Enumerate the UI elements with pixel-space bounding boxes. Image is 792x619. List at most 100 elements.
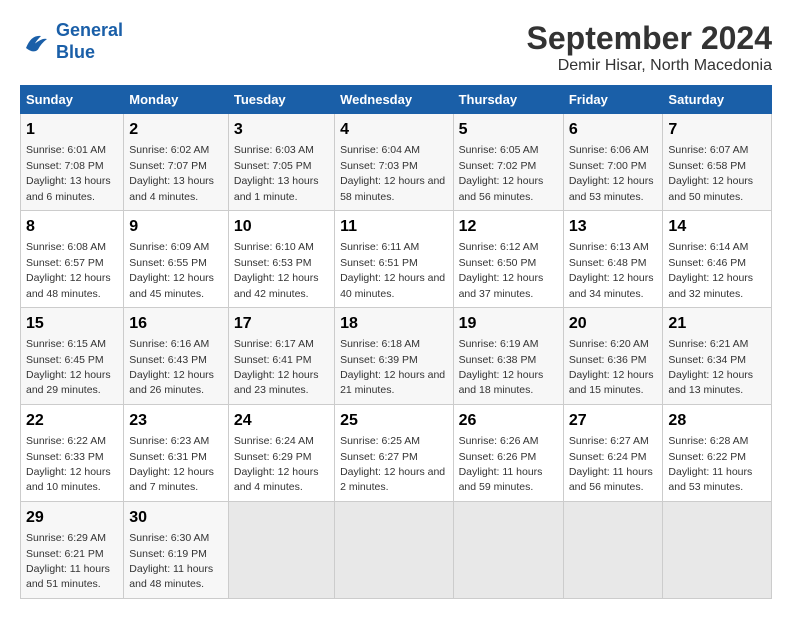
title-block: September 2024 Demir Hisar, North Macedo… [527, 20, 772, 75]
day-number: 22 [26, 410, 118, 432]
day-number: 11 [340, 216, 447, 238]
day-number: 10 [234, 216, 329, 238]
table-row: 28 Sunrise: 6:28 AMSunset: 6:22 PMDaylig… [663, 404, 772, 501]
table-row [663, 501, 772, 598]
day-number: 25 [340, 410, 447, 432]
day-info: Sunrise: 6:06 AMSunset: 7:00 PMDaylight:… [569, 144, 654, 202]
day-info: Sunrise: 6:11 AMSunset: 6:51 PMDaylight:… [340, 241, 445, 299]
day-info: Sunrise: 6:25 AMSunset: 6:27 PMDaylight:… [340, 435, 445, 493]
day-number: 27 [569, 410, 658, 432]
table-row: 11 Sunrise: 6:11 AMSunset: 6:51 PMDaylig… [335, 210, 453, 307]
day-info: Sunrise: 6:26 AMSunset: 6:26 PMDaylight:… [459, 435, 543, 493]
day-info: Sunrise: 6:15 AMSunset: 6:45 PMDaylight:… [26, 338, 111, 396]
calendar-week-row: 22 Sunrise: 6:22 AMSunset: 6:33 PMDaylig… [21, 404, 772, 501]
day-number: 19 [459, 313, 558, 335]
day-number: 14 [668, 216, 766, 238]
day-number: 18 [340, 313, 447, 335]
table-row: 17 Sunrise: 6:17 AMSunset: 6:41 PMDaylig… [228, 307, 334, 404]
table-row: 18 Sunrise: 6:18 AMSunset: 6:39 PMDaylig… [335, 307, 453, 404]
table-row: 5 Sunrise: 6:05 AMSunset: 7:02 PMDayligh… [453, 114, 563, 211]
day-info: Sunrise: 6:14 AMSunset: 6:46 PMDaylight:… [668, 241, 753, 299]
day-number: 29 [26, 507, 118, 529]
page-subtitle: Demir Hisar, North Macedonia [527, 57, 772, 75]
table-row: 24 Sunrise: 6:24 AMSunset: 6:29 PMDaylig… [228, 404, 334, 501]
day-info: Sunrise: 6:09 AMSunset: 6:55 PMDaylight:… [129, 241, 214, 299]
table-row: 26 Sunrise: 6:26 AMSunset: 6:26 PMDaylig… [453, 404, 563, 501]
header-friday: Friday [563, 86, 663, 114]
table-row: 21 Sunrise: 6:21 AMSunset: 6:34 PMDaylig… [663, 307, 772, 404]
day-info: Sunrise: 6:04 AMSunset: 7:03 PMDaylight:… [340, 144, 445, 202]
day-info: Sunrise: 6:16 AMSunset: 6:43 PMDaylight:… [129, 338, 214, 396]
table-row: 16 Sunrise: 6:16 AMSunset: 6:43 PMDaylig… [124, 307, 229, 404]
day-info: Sunrise: 6:05 AMSunset: 7:02 PMDaylight:… [459, 144, 544, 202]
day-info: Sunrise: 6:12 AMSunset: 6:50 PMDaylight:… [459, 241, 544, 299]
day-info: Sunrise: 6:19 AMSunset: 6:38 PMDaylight:… [459, 338, 544, 396]
day-number: 13 [569, 216, 658, 238]
day-info: Sunrise: 6:28 AMSunset: 6:22 PMDaylight:… [668, 435, 752, 493]
day-number: 12 [459, 216, 558, 238]
day-number: 5 [459, 119, 558, 141]
table-row: 15 Sunrise: 6:15 AMSunset: 6:45 PMDaylig… [21, 307, 124, 404]
logo-text: General Blue [56, 20, 123, 63]
day-info: Sunrise: 6:23 AMSunset: 6:31 PMDaylight:… [129, 435, 214, 493]
table-row: 22 Sunrise: 6:22 AMSunset: 6:33 PMDaylig… [21, 404, 124, 501]
header-tuesday: Tuesday [228, 86, 334, 114]
day-number: 16 [129, 313, 223, 335]
day-number: 1 [26, 119, 118, 141]
table-row: 23 Sunrise: 6:23 AMSunset: 6:31 PMDaylig… [124, 404, 229, 501]
table-row: 19 Sunrise: 6:19 AMSunset: 6:38 PMDaylig… [453, 307, 563, 404]
day-number: 4 [340, 119, 447, 141]
table-row: 20 Sunrise: 6:20 AMSunset: 6:36 PMDaylig… [563, 307, 663, 404]
day-number: 26 [459, 410, 558, 432]
day-info: Sunrise: 6:03 AMSunset: 7:05 PMDaylight:… [234, 144, 319, 202]
day-number: 6 [569, 119, 658, 141]
calendar-week-row: 15 Sunrise: 6:15 AMSunset: 6:45 PMDaylig… [21, 307, 772, 404]
calendar-table: Sunday Monday Tuesday Wednesday Thursday… [20, 85, 772, 599]
day-info: Sunrise: 6:24 AMSunset: 6:29 PMDaylight:… [234, 435, 319, 493]
day-info: Sunrise: 6:17 AMSunset: 6:41 PMDaylight:… [234, 338, 319, 396]
day-number: 17 [234, 313, 329, 335]
table-row: 29 Sunrise: 6:29 AMSunset: 6:21 PMDaylig… [21, 501, 124, 598]
day-number: 9 [129, 216, 223, 238]
table-row: 30 Sunrise: 6:30 AMSunset: 6:19 PMDaylig… [124, 501, 229, 598]
table-row: 10 Sunrise: 6:10 AMSunset: 6:53 PMDaylig… [228, 210, 334, 307]
table-row: 4 Sunrise: 6:04 AMSunset: 7:03 PMDayligh… [335, 114, 453, 211]
day-info: Sunrise: 6:20 AMSunset: 6:36 PMDaylight:… [569, 338, 654, 396]
day-info: Sunrise: 6:21 AMSunset: 6:34 PMDaylight:… [668, 338, 753, 396]
table-row: 12 Sunrise: 6:12 AMSunset: 6:50 PMDaylig… [453, 210, 563, 307]
table-row: 14 Sunrise: 6:14 AMSunset: 6:46 PMDaylig… [663, 210, 772, 307]
day-number: 15 [26, 313, 118, 335]
table-row: 3 Sunrise: 6:03 AMSunset: 7:05 PMDayligh… [228, 114, 334, 211]
header-wednesday: Wednesday [335, 86, 453, 114]
day-info: Sunrise: 6:30 AMSunset: 6:19 PMDaylight:… [129, 532, 213, 590]
day-number: 3 [234, 119, 329, 141]
table-row: 9 Sunrise: 6:09 AMSunset: 6:55 PMDayligh… [124, 210, 229, 307]
table-row: 13 Sunrise: 6:13 AMSunset: 6:48 PMDaylig… [563, 210, 663, 307]
day-info: Sunrise: 6:13 AMSunset: 6:48 PMDaylight:… [569, 241, 654, 299]
day-info: Sunrise: 6:22 AMSunset: 6:33 PMDaylight:… [26, 435, 111, 493]
table-row: 8 Sunrise: 6:08 AMSunset: 6:57 PMDayligh… [21, 210, 124, 307]
day-number: 7 [668, 119, 766, 141]
day-number: 24 [234, 410, 329, 432]
day-number: 21 [668, 313, 766, 335]
header-monday: Monday [124, 86, 229, 114]
calendar-week-row: 8 Sunrise: 6:08 AMSunset: 6:57 PMDayligh… [21, 210, 772, 307]
calendar-week-row: 29 Sunrise: 6:29 AMSunset: 6:21 PMDaylig… [21, 501, 772, 598]
table-row: 27 Sunrise: 6:27 AMSunset: 6:24 PMDaylig… [563, 404, 663, 501]
calendar-week-row: 1 Sunrise: 6:01 AMSunset: 7:08 PMDayligh… [21, 114, 772, 211]
table-row: 2 Sunrise: 6:02 AMSunset: 7:07 PMDayligh… [124, 114, 229, 211]
day-info: Sunrise: 6:08 AMSunset: 6:57 PMDaylight:… [26, 241, 111, 299]
day-info: Sunrise: 6:02 AMSunset: 7:07 PMDaylight:… [129, 144, 214, 202]
day-number: 20 [569, 313, 658, 335]
day-info: Sunrise: 6:10 AMSunset: 6:53 PMDaylight:… [234, 241, 319, 299]
day-info: Sunrise: 6:29 AMSunset: 6:21 PMDaylight:… [26, 532, 110, 590]
table-row [228, 501, 334, 598]
day-number: 2 [129, 119, 223, 141]
day-info: Sunrise: 6:27 AMSunset: 6:24 PMDaylight:… [569, 435, 653, 493]
table-row [563, 501, 663, 598]
day-info: Sunrise: 6:18 AMSunset: 6:39 PMDaylight:… [340, 338, 445, 396]
table-row: 7 Sunrise: 6:07 AMSunset: 6:58 PMDayligh… [663, 114, 772, 211]
table-row: 25 Sunrise: 6:25 AMSunset: 6:27 PMDaylig… [335, 404, 453, 501]
header-thursday: Thursday [453, 86, 563, 114]
table-row [335, 501, 453, 598]
